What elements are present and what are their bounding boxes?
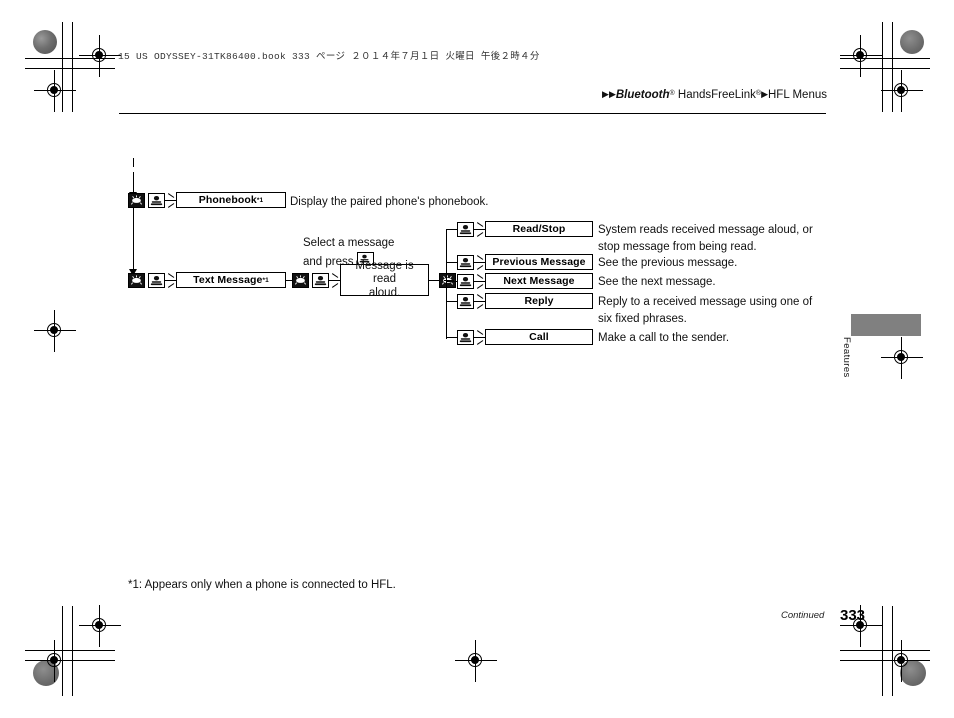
talk-button-icon [292, 273, 309, 288]
submenu-item-next-message-description: See the next message. [598, 276, 716, 288]
flow-arrow-right-icon [167, 196, 176, 205]
submenu-item-reply-description: Reply to a received message using one of… [598, 294, 848, 327]
talk-button-icon [128, 273, 145, 288]
footnote-marker: *1 [256, 196, 264, 204]
submenu-item-call-description: Make a call to the sender. [598, 332, 730, 344]
flow-branch-trunk [446, 229, 447, 339]
submenu-item-previous-message-description: See the previous message. [598, 257, 738, 269]
talk-button-icon [128, 193, 145, 208]
submenu-item-read-stop-label: Read/Stop [512, 223, 566, 235]
menu-item-phonebook-description: Display the paired phone's phonebook. [290, 196, 489, 208]
submenu-item-reply-label: Reply [524, 295, 554, 307]
flow-arrow-right-icon [167, 276, 176, 285]
flow-arrow-right-icon [476, 297, 485, 306]
page-number: 333 [840, 607, 866, 624]
submenu-item-reply[interactable]: Reply [485, 293, 593, 309]
pickup-button-icon [457, 255, 474, 270]
message-read-aloud-line1: Message is read [355, 260, 414, 286]
menu-item-phonebook-label: Phonebook [198, 194, 257, 206]
footnote-marker: *1 [262, 276, 269, 284]
footnote-text: *1: Appears only when a phone is connect… [128, 579, 396, 591]
menu-item-text-message-label: Text Message [193, 274, 263, 286]
message-read-aloud-line2: aloud. [368, 286, 401, 299]
message-read-aloud-note: Message is read aloud. [340, 260, 429, 299]
description-line: System reads received message aloud, or [598, 224, 813, 236]
flow-arrow-right-icon [476, 277, 485, 286]
description-line: stop message from being read. [598, 240, 757, 253]
flow-arrow-right-icon [476, 333, 485, 342]
flow-arrow-right-icon [476, 258, 485, 267]
menu-item-text-message[interactable]: Text Message *1 [176, 272, 286, 288]
flow-callout-line1: Select a message [303, 237, 395, 249]
pickup-button-icon [457, 274, 474, 289]
continued-label: Continued [781, 610, 825, 621]
pickup-button-icon [457, 330, 474, 345]
submenu-item-previous-message-label: Previous Message [492, 256, 586, 268]
description-line: Reply to a received message using one of [598, 296, 813, 308]
pickup-button-icon [148, 193, 165, 208]
flow-arrow-right-icon [476, 225, 485, 234]
submenu-item-read-stop-description: System reads received message aloud, or … [598, 222, 848, 255]
submenu-item-next-message[interactable]: Next Message [485, 273, 593, 289]
flow-trunk-vertical [133, 172, 134, 276]
pickup-button-icon [457, 222, 474, 237]
submenu-item-read-stop[interactable]: Read/Stop [485, 221, 593, 237]
submenu-item-next-message-label: Next Message [503, 275, 575, 287]
pickup-button-icon [312, 273, 329, 288]
pickup-button-icon [457, 294, 474, 309]
flow-entry-tick [133, 158, 134, 167]
pickup-button-icon [148, 273, 165, 288]
submenu-item-previous-message[interactable]: Previous Message [485, 254, 593, 270]
menu-item-phonebook[interactable]: Phonebook *1 [176, 192, 286, 208]
flow-arrow-right-icon [331, 276, 340, 285]
submenu-item-call[interactable]: Call [485, 329, 593, 345]
description-line: six fixed phrases. [598, 312, 687, 325]
submenu-item-call-label: Call [529, 331, 549, 343]
